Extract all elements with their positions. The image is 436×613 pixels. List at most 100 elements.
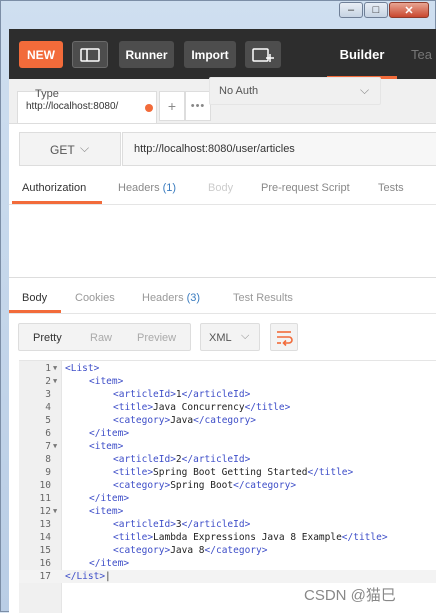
- authorization-tab-indicator: [12, 201, 102, 204]
- code-text: <title>Lambda Expressions Java 8 Example…: [113, 532, 388, 543]
- top-toolbar: NEW Runner Import Builder Tea: [9, 29, 436, 79]
- maximize-button[interactable]: □: [364, 2, 388, 18]
- code-line: 6 </item>: [19, 427, 436, 440]
- new-window-button[interactable]: [245, 41, 281, 68]
- code-text: <category>Java 8</category>: [113, 545, 268, 556]
- tab-headers-count: (1): [162, 182, 177, 194]
- code-text: <item>: [89, 506, 124, 517]
- code-text: <item>: [89, 441, 124, 452]
- code-text: <List>: [65, 363, 100, 374]
- response-tabs: Body Cookies Headers (3) Test Results: [9, 285, 436, 314]
- url-input[interactable]: http://localhost:8080/user/articles: [122, 132, 436, 166]
- tab-response-body[interactable]: Body: [22, 292, 47, 304]
- method-label: GET: [50, 143, 75, 157]
- xml-value: Java 8: [170, 545, 205, 556]
- team-library-tab[interactable]: Tea: [411, 29, 432, 79]
- chevron-down-icon: ⌵: [80, 141, 90, 155]
- tab-response-headers[interactable]: Headers (3): [142, 292, 200, 304]
- minimize-icon: –: [347, 4, 355, 16]
- fold-toggle-icon[interactable]: ▼: [53, 362, 57, 375]
- watermark: CSDN @猫巳: [304, 587, 396, 604]
- line-number: 10: [39, 480, 51, 491]
- code-line: 7 ▼ <item>: [19, 440, 436, 453]
- fold-toggle-icon[interactable]: ▼: [53, 440, 57, 453]
- tab-tests[interactable]: Tests: [378, 182, 404, 194]
- code-lines: 1 ▼ <List> 2 ▼ <item> 3 <articleId>1</articleId…: [19, 362, 436, 583]
- line-number: 17: [39, 571, 51, 582]
- tab-headers[interactable]: Headers (1): [118, 182, 176, 194]
- new-button[interactable]: NEW: [19, 41, 63, 68]
- response-body-tab-indicator: [9, 310, 61, 313]
- runner-button[interactable]: Runner: [119, 41, 174, 68]
- code-text: <item>: [89, 376, 124, 387]
- code-text: <title>Java Concurrency</title>: [113, 402, 291, 413]
- tab-cookies[interactable]: Cookies: [75, 292, 115, 304]
- code-line: 3 <articleId>1</articleId>: [19, 388, 436, 401]
- view-raw[interactable]: Raw: [90, 332, 112, 344]
- wrap-lines-button[interactable]: [270, 323, 298, 351]
- code-text: </List>|: [65, 571, 111, 582]
- minimize-button[interactable]: –: [339, 2, 363, 18]
- request-tab-label: http://localhost:8080/: [26, 101, 119, 112]
- line-number: 7: [45, 441, 51, 452]
- method-select[interactable]: GET ⌵: [19, 132, 121, 166]
- line-number: 2: [45, 376, 51, 387]
- text-cursor: |: [105, 571, 111, 582]
- code-text: <title>Spring Boot Getting Started</titl…: [113, 467, 354, 478]
- auth-type-select[interactable]: No Auth ⌵: [209, 77, 381, 105]
- tab-authorization[interactable]: Authorization: [22, 182, 86, 194]
- code-line: 16 </item>: [19, 557, 436, 570]
- tab-response-headers-count: (3): [186, 292, 201, 304]
- close-window-button[interactable]: ✕: [389, 2, 429, 18]
- builder-tab[interactable]: Builder: [327, 29, 397, 79]
- code-text: <category>Spring Boot</category>: [113, 480, 297, 491]
- auth-type-label: Type: [35, 88, 59, 100]
- format-select[interactable]: XML ⌵: [200, 323, 260, 351]
- tab-headers-label: Headers: [118, 182, 160, 194]
- close-icon: ✕: [404, 4, 414, 17]
- code-line: 9 <title>Spring Boot Getting Started</tit…: [19, 466, 436, 479]
- response-body-editor[interactable]: 1 ▼ <List> 2 ▼ <item> 3 <articleId>1</articleId…: [19, 360, 436, 613]
- chevron-down-icon: ⌵: [360, 83, 370, 97]
- sidebar-layout-icon: [80, 47, 100, 62]
- unsaved-dot-icon: [145, 104, 153, 112]
- xml-value: Spring Boot Getting Started: [153, 467, 308, 478]
- toggle-sidebar-button[interactable]: [72, 41, 108, 68]
- tab-prerequest-script[interactable]: Pre-request Script: [261, 182, 350, 194]
- view-pretty[interactable]: Pretty: [33, 332, 62, 344]
- line-number: 4: [45, 402, 51, 413]
- view-preview[interactable]: Preview: [137, 332, 176, 344]
- fold-toggle-icon[interactable]: ▼: [53, 375, 57, 388]
- code-text: <category>Java</category>: [113, 415, 257, 426]
- url-bar: GET ⌵ http://localhost:8080/user/article…: [19, 132, 436, 166]
- code-text: <articleId>2</articleId>: [113, 454, 251, 465]
- tab-response-headers-label: Headers: [142, 292, 184, 304]
- add-tab-button[interactable]: +: [159, 91, 185, 121]
- view-mode-group: Pretty Raw Preview: [18, 323, 191, 351]
- fold-toggle-icon[interactable]: ▼: [53, 505, 57, 518]
- xml-value: Java: [170, 415, 194, 426]
- chevron-down-icon: ⌵: [241, 330, 250, 342]
- line-number: 5: [45, 415, 51, 426]
- window-controls: – □ ✕: [339, 2, 429, 18]
- code-text: </item>: [89, 428, 130, 439]
- code-line: 15 <category>Java 8</category>: [19, 544, 436, 557]
- line-number: 9: [45, 467, 51, 478]
- xml-value: Lambda Expressions Java 8 Example: [153, 532, 342, 543]
- line-number: 12: [39, 506, 51, 517]
- line-number: 8: [45, 454, 51, 465]
- code-line: 2 ▼ <item>: [19, 375, 436, 388]
- auth-type-value: No Auth: [219, 85, 259, 97]
- line-number: 6: [45, 428, 51, 439]
- line-number: 1: [45, 363, 51, 374]
- code-line: 12 ▼ <item>: [19, 505, 436, 518]
- line-number: 14: [39, 532, 51, 543]
- code-text: <articleId>3</articleId>: [113, 519, 251, 530]
- code-line: 5 <category>Java</category>: [19, 414, 436, 427]
- code-text: </item>: [89, 493, 130, 504]
- import-button[interactable]: Import: [184, 41, 236, 68]
- more-tabs-button[interactable]: •••: [185, 91, 211, 121]
- code-line: 17 </List>|: [19, 570, 436, 583]
- tab-test-results[interactable]: Test Results: [233, 292, 293, 304]
- code-text: </item>: [89, 558, 130, 569]
